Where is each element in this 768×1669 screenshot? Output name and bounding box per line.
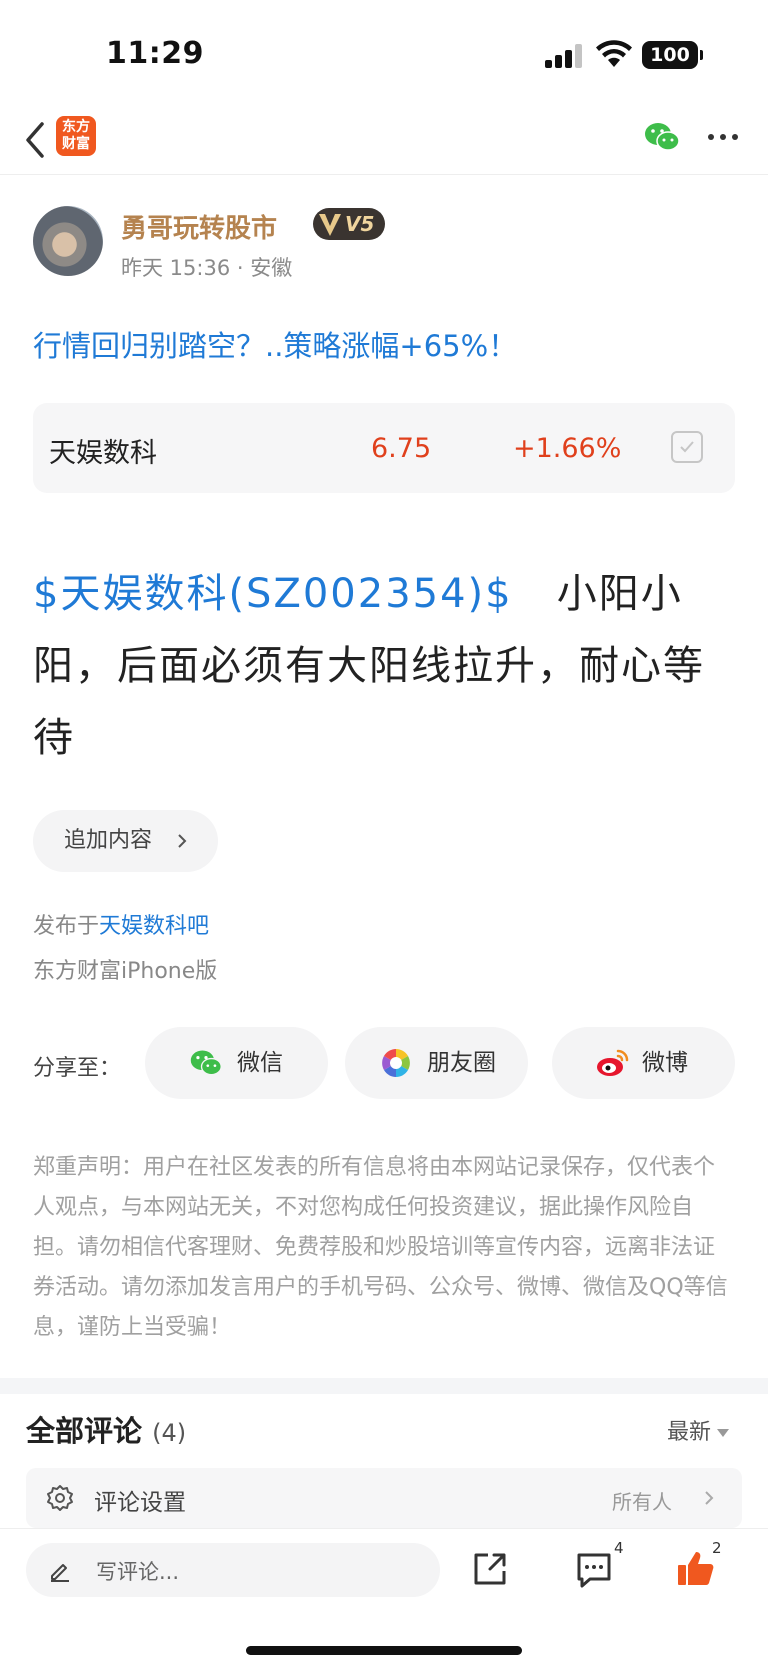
status-time: 11:29	[106, 36, 204, 71]
disclaimer: 郑重声明：用户在社区发表的所有信息将由本网站记录保存，仅代表个人观点，与本网站无…	[33, 1155, 728, 1340]
share-weibo-button[interactable]: 微博	[552, 1027, 735, 1099]
add-watchlist-checkbox[interactable]	[671, 431, 703, 463]
client-info: 东方财富iPhone版	[33, 959, 218, 984]
status-bar: 11:29 100	[0, 0, 768, 110]
post-meta: 昨天 15:36 · 安徽	[121, 256, 293, 280]
wifi-icon	[596, 40, 632, 67]
share-label: 分享至：	[33, 1056, 122, 1081]
share-wechat-button[interactable]: 微信	[145, 1027, 328, 1099]
share-icon[interactable]	[470, 1549, 510, 1589]
sort-dropdown[interactable]: 最新	[667, 1414, 730, 1446]
weibo-icon	[597, 1049, 629, 1076]
comment-count-badge: 4	[614, 1539, 624, 1557]
post-title[interactable]: 行情回归别踏空？..策略涨幅+65%！	[33, 323, 517, 365]
stock-price: 6.75	[371, 433, 432, 464]
comments-count: (4)	[152, 1419, 187, 1447]
post-body: $天娱数科(SZ002354)$ 小阳小阳，后面必须有大阳线拉升，耐心等待	[33, 558, 735, 774]
avatar[interactable]	[33, 206, 103, 276]
bottom-bar: 写评论... 4 2	[0, 1528, 768, 1669]
stock-mention-link[interactable]: $天娱数科(SZ002354)$	[33, 571, 513, 617]
author-name[interactable]: 勇哥玩转股市	[121, 208, 277, 245]
chevron-right-icon	[178, 834, 187, 848]
home-indicator	[246, 1646, 522, 1655]
wechat-icon	[190, 1050, 222, 1076]
stock-bar-link[interactable]: 天娱数科吧	[99, 914, 209, 939]
append-content-button[interactable]: 追加内容	[33, 810, 218, 872]
stock-name: 天娱数科	[49, 438, 157, 469]
gear-icon	[47, 1485, 73, 1511]
app-logo: 东方 财富	[56, 116, 96, 156]
more-icon[interactable]	[708, 132, 738, 142]
level-v-icon	[319, 214, 341, 236]
comment-settings-row[interactable]: 评论设置 所有人	[26, 1468, 742, 1528]
section-divider	[0, 1378, 768, 1394]
level-badge: V5	[313, 208, 385, 240]
wechat-share-icon[interactable]	[643, 120, 681, 154]
check-icon	[680, 441, 694, 453]
comment-icon[interactable]	[574, 1549, 614, 1589]
share-moments-button[interactable]: 朋友圈	[345, 1027, 528, 1099]
write-comment-input[interactable]: 写评论...	[26, 1543, 440, 1597]
caret-down-icon	[717, 1429, 730, 1437]
stock-card[interactable]: 天娱数科 6.75 +1.66%	[33, 403, 735, 493]
comments-title: 全部评论 (4)	[26, 1414, 187, 1448]
battery-icon: 100	[642, 41, 703, 69]
like-thumb-icon[interactable]	[676, 1549, 716, 1589]
cellular-signal-icon	[545, 44, 583, 68]
chevron-right-icon	[705, 1491, 714, 1505]
nav-bar: 东方 财富	[0, 110, 768, 175]
back-arrow-icon[interactable]	[22, 118, 52, 162]
posted-in: 发布于天娱数科吧	[33, 914, 210, 939]
pencil-icon	[51, 1564, 69, 1582]
like-count-badge: 2	[712, 1539, 722, 1557]
stock-change: +1.66%	[513, 433, 622, 464]
moments-icon	[382, 1049, 410, 1077]
